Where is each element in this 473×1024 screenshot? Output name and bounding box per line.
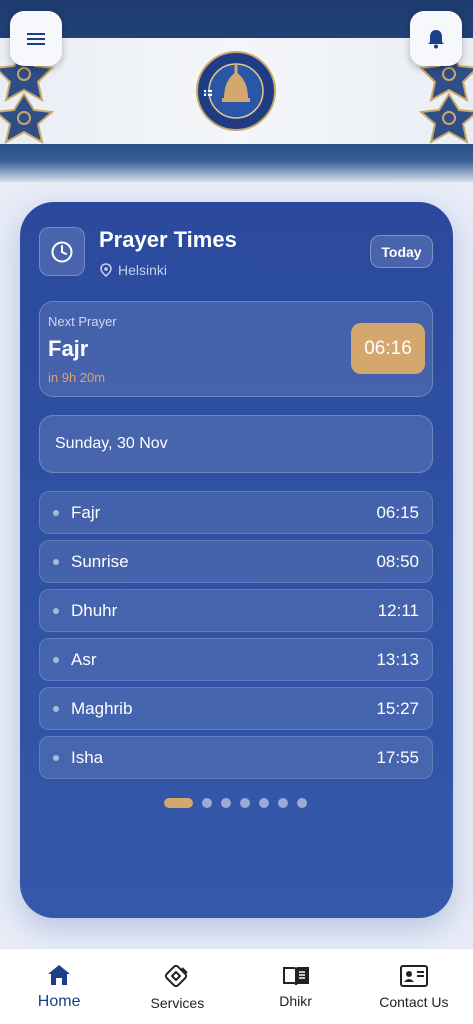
page-dot-5[interactable] [259, 798, 269, 808]
card-title: Prayer Times [99, 227, 237, 252]
notification-button[interactable] [410, 11, 462, 66]
location-text: Helsinki [118, 262, 168, 278]
location-label: Helsinki [100, 262, 167, 278]
prayer-name: Sunrise [71, 551, 129, 571]
today-button[interactable]: Today [370, 235, 433, 268]
prayer-name: Dhuhr [71, 600, 118, 620]
prayer-time: 15:27 [376, 698, 419, 718]
clock-icon [51, 241, 73, 262]
handshake-icon [165, 964, 189, 987]
page-dot-1[interactable] [164, 798, 193, 808]
header-banner [0, 0, 473, 182]
prayer-row-sunrise[interactable]: Sunrise 08:50 [39, 540, 433, 583]
nav-label: Home [37, 992, 81, 1010]
page-dot-2[interactable] [202, 798, 212, 808]
prayer-list: Fajr 06:15 Sunrise 08:50 Dhuhr 12:11 Asr… [39, 491, 433, 785]
page-dot-6[interactable] [278, 798, 288, 808]
bullet-icon [53, 656, 59, 663]
hamburger-menu-icon [27, 32, 45, 45]
nav-label: Contact Us [379, 993, 449, 1010]
nav-home[interactable]: Home [0, 949, 118, 1024]
nav-label: Services [150, 994, 205, 1011]
bullet-icon [53, 558, 59, 565]
prayer-row-asr[interactable]: Asr 13:13 [39, 638, 433, 681]
prayer-time: 08:50 [376, 551, 419, 571]
book-icon [282, 966, 309, 985]
page-indicator [164, 798, 307, 808]
prayer-name: Maghrib [71, 698, 133, 718]
next-prayer-name: Fajr [48, 336, 89, 361]
prayer-time: 17:55 [376, 747, 419, 767]
prayer-time: 12:11 [377, 600, 419, 620]
prayer-name: Asr [71, 649, 97, 669]
home-icon [48, 964, 71, 985]
page-dot-7[interactable] [297, 798, 307, 808]
next-prayer-eta: in 9h 20m [48, 370, 106, 385]
prayer-time: 06:15 [376, 502, 419, 522]
prayer-time: 13:13 [376, 649, 419, 669]
bullet-icon [53, 607, 59, 614]
prayer-row-dhuhr[interactable]: Dhuhr 12:11 [39, 589, 433, 632]
bullet-icon [53, 705, 59, 712]
bottom-navigation: Home Services Dhikr Contact Us [0, 948, 473, 1024]
prayer-row-fajr[interactable]: Fajr 06:15 [39, 491, 433, 534]
location-pin-icon [100, 263, 112, 277]
bullet-icon [53, 754, 59, 761]
prayer-row-maghrib[interactable]: Maghrib 15:27 [39, 687, 433, 730]
nav-label: Dhikr [279, 992, 312, 1009]
nav-contact-us[interactable]: Contact Us [355, 949, 473, 1024]
menu-button[interactable] [10, 11, 62, 66]
page-dot-4[interactable] [240, 798, 250, 808]
bell-icon [428, 29, 444, 48]
page-dot-3[interactable] [221, 798, 231, 808]
next-prayer-panel: Next Prayer Fajr in 9h 20m 06:16 [39, 301, 433, 397]
nav-dhikr[interactable]: Dhikr [237, 949, 355, 1024]
prayer-name: Isha [71, 747, 104, 767]
prayer-times-card: Prayer Times Helsinki Today Next Prayer … [20, 202, 453, 918]
clock-badge [39, 227, 85, 276]
nav-services[interactable]: Services [118, 949, 236, 1024]
date-selector[interactable]: Sunday, 30 Nov [39, 415, 433, 473]
mosque-emblem-logo [196, 51, 276, 131]
bullet-icon [53, 509, 59, 516]
contact-card-icon [399, 964, 428, 987]
prayer-row-isha[interactable]: Isha 17:55 [39, 736, 433, 779]
next-prayer-time-badge: 06:16 [351, 323, 425, 374]
next-prayer-label: Next Prayer [48, 314, 117, 329]
prayer-name: Fajr [71, 502, 101, 522]
banner-lower [0, 144, 473, 182]
